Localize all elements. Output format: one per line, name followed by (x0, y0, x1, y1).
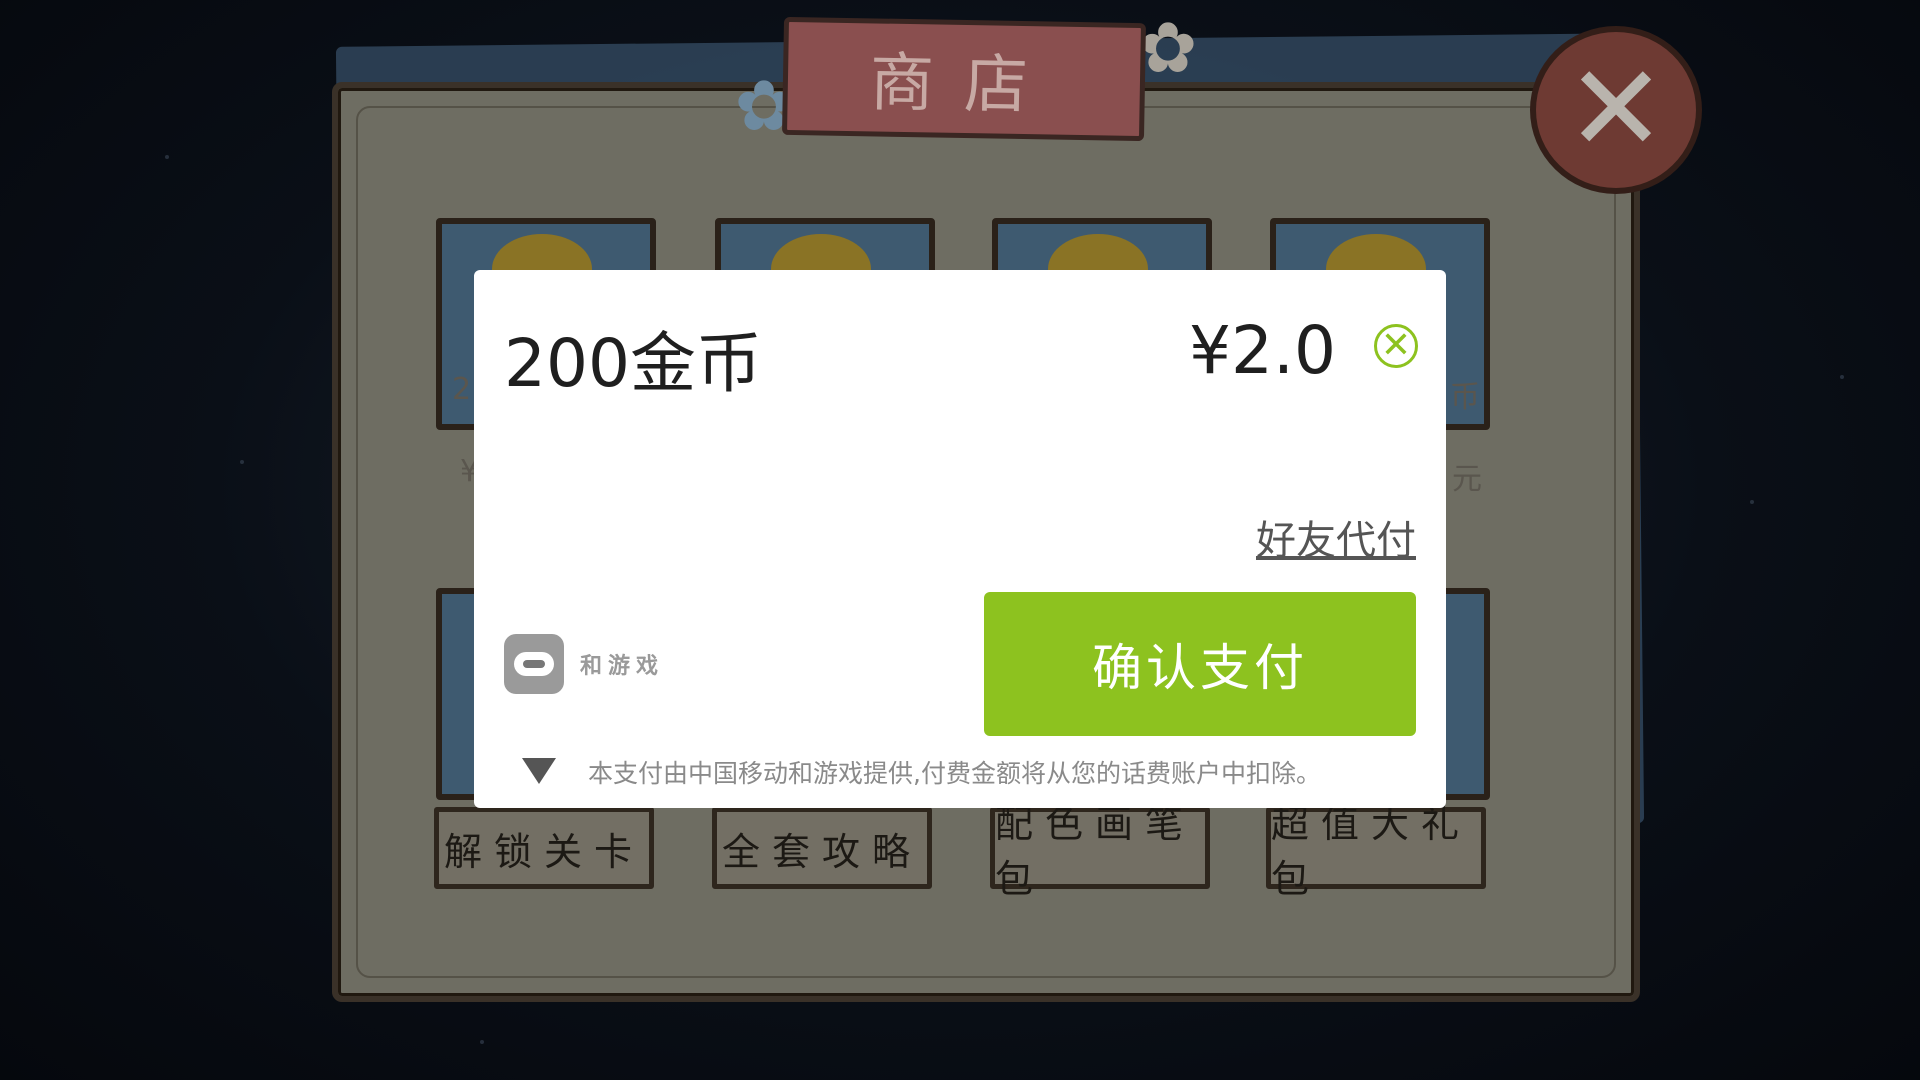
triangle-down-icon[interactable] (522, 758, 556, 784)
unlock-levels-button[interactable]: 解锁关卡 (434, 807, 654, 889)
brand-name: 和游戏 (580, 654, 665, 679)
circle-close-icon[interactable]: ✕ (1374, 324, 1418, 368)
item-name: 200金币 (504, 325, 762, 402)
friend-pay-link[interactable]: 好友代付 (1256, 508, 1416, 566)
star-dot (165, 155, 169, 159)
payment-note: 本支付由中国移动和游戏提供,付费金额将从您的话费账户中扣除。 (588, 759, 1321, 788)
star-dot (1840, 375, 1844, 379)
tile-fragment: 2 (452, 372, 472, 407)
payment-dialog: 200金币 ¥2.0 ✕ 好友代付 和游戏 确认支付 本支付由中国移动和游戏提供… (474, 270, 1446, 808)
robot-face-icon (504, 634, 564, 694)
close-x-icon[interactable]: ✕ (1530, 26, 1702, 194)
value-gift-pack-button[interactable]: 超值大礼包 (1266, 802, 1486, 901)
color-brush-pack-button[interactable]: 配色画笔包 (990, 802, 1210, 901)
item-price: ¥2.0 (1189, 312, 1336, 389)
star-dot (1750, 500, 1754, 504)
star-dot (480, 1040, 484, 1044)
star-dot (240, 460, 244, 464)
brand: 和游戏 (504, 634, 664, 694)
tile-fragment: 币 (1450, 380, 1480, 415)
tile-fragment: 元 (1452, 462, 1482, 497)
confirm-pay-button[interactable]: 确认支付 (984, 592, 1416, 736)
full-guide-button[interactable]: 全套攻略 (712, 807, 932, 889)
shop-title: 商店 (781, 16, 1147, 142)
